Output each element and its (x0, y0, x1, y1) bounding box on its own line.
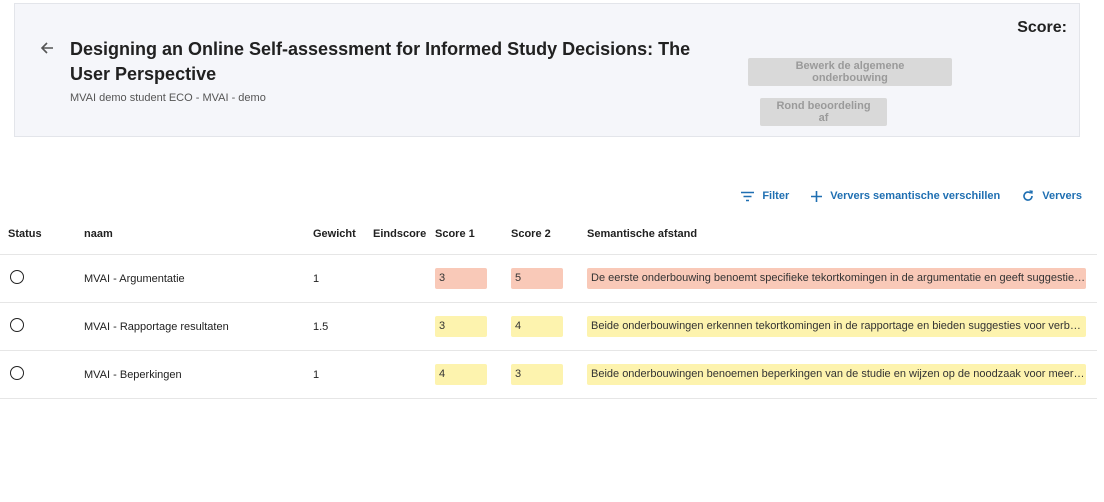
table-row[interactable]: MVAI - Argumentatie 1 3 5 De eerste onde… (0, 255, 1097, 303)
column-header-eindscore[interactable]: Eindscore (373, 228, 426, 240)
filter-button[interactable]: Filter (741, 187, 789, 205)
criteria-table: Status naam Gewicht Eindscore Score 1 Sc… (0, 218, 1097, 399)
edit-general-rationale-button[interactable]: Bewerk de algemene onderbouwing (748, 58, 952, 86)
criterion-name: MVAI - Rapportage resultaten (84, 321, 229, 333)
plus-icon (811, 190, 823, 202)
column-header-score1[interactable]: Score 1 (435, 228, 475, 240)
filter-label: Filter (762, 190, 790, 202)
criterion-weight: 1 (313, 369, 320, 381)
table-toolbar: Filter Ververs semantische verschillen V… (741, 187, 1082, 205)
semantic-distance-chip: Beide onderbouwingen benoemen beperkinge… (587, 364, 1086, 385)
status-radio[interactable] (10, 366, 24, 380)
column-header-status[interactable]: Status (8, 228, 42, 240)
score-label: Score: (1017, 19, 1067, 36)
score1-chip: 3 (435, 268, 487, 289)
refresh-semantic-label: Ververs semantische verschillen (830, 190, 1001, 202)
refresh-icon (1023, 190, 1034, 201)
score2-chip: 5 (511, 268, 563, 289)
score1-chip: 4 (435, 364, 487, 385)
finish-assessment-button[interactable]: Rond beoordeling af (760, 98, 887, 126)
score2-chip: 3 (511, 364, 563, 385)
score2-chip: 4 (511, 316, 563, 337)
refresh-semantic-differences-button[interactable]: Ververs semantische verschillen (811, 187, 1000, 205)
criterion-name: MVAI - Beperkingen (84, 369, 182, 381)
semantic-distance-chip: Beide onderbouwingen erkennen tekortkomi… (587, 316, 1086, 337)
column-header-semantic-distance[interactable]: Semantische afstand (587, 228, 697, 240)
column-header-naam[interactable]: naam (84, 228, 113, 240)
refresh-label: Ververs (1042, 190, 1082, 202)
page-title: Designing an Online Self-assessment for … (70, 39, 691, 84)
semantic-distance-chip: De eerste onderbouwing benoemt specifiek… (587, 268, 1086, 289)
score1-chip: 3 (435, 316, 487, 337)
assessment-header: Designing an Online Self-assessment for … (14, 3, 1080, 137)
filter-icon (741, 191, 755, 201)
page-subtitle: MVAI demo student ECO - MVAI - demo (70, 92, 266, 104)
table-row[interactable]: MVAI - Rapportage resultaten 1.5 3 4 Bei… (0, 303, 1097, 351)
arrow-left-icon (40, 42, 53, 54)
back-button[interactable] (35, 36, 59, 60)
criterion-weight: 1.5 (313, 321, 329, 333)
table-header-row: Status naam Gewicht Eindscore Score 1 Sc… (0, 218, 1097, 255)
refresh-button[interactable]: Ververs (1022, 187, 1082, 205)
table-row[interactable]: MVAI - Beperkingen 1 4 3 Beide onderbouw… (0, 351, 1097, 399)
criterion-name: MVAI - Argumentatie (84, 273, 185, 285)
status-radio[interactable] (10, 270, 24, 284)
column-header-gewicht[interactable]: Gewicht (313, 228, 356, 240)
status-radio[interactable] (10, 318, 24, 332)
criterion-weight: 1 (313, 273, 320, 285)
column-header-score2[interactable]: Score 2 (511, 228, 551, 240)
